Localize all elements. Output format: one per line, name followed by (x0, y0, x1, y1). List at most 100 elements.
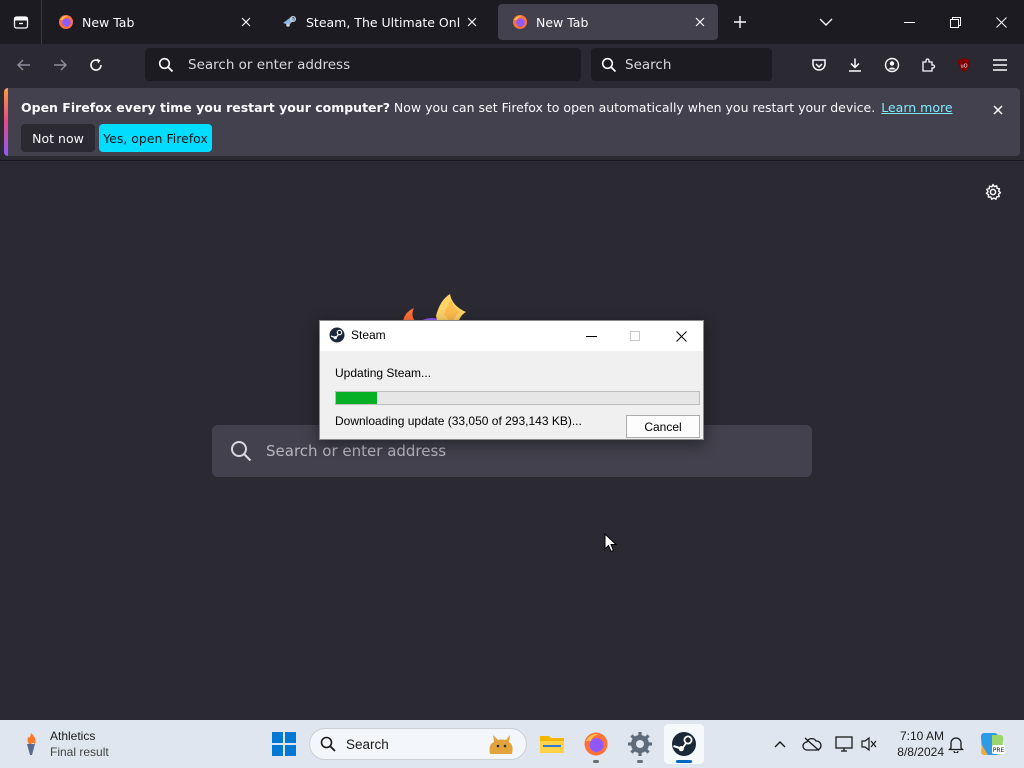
steam-icon (283, 15, 297, 27)
reload-button[interactable] (80, 49, 112, 81)
app-menu-button[interactable] (984, 49, 1016, 81)
close-icon (241, 17, 251, 27)
tab-steam[interactable]: Steam, The Ultimate Online Game Platform (268, 4, 490, 40)
pocket-icon (812, 59, 826, 71)
monitor-icon (835, 736, 853, 752)
firefox-view-button[interactable] (0, 0, 42, 44)
pocket-button[interactable] (803, 49, 835, 81)
ublock-origin-button[interactable]: uO (948, 49, 980, 81)
gear-icon (985, 183, 1002, 200)
dialog-minimize-button[interactable] (576, 324, 606, 348)
personalize-button[interactable] (982, 181, 1004, 203)
mouse-cursor-icon (604, 533, 618, 553)
notifications-button[interactable] (944, 732, 968, 756)
firefox-icon (513, 15, 527, 29)
copilot-icon[interactable]: PRE (978, 731, 1006, 757)
minimize-icon (903, 21, 915, 23)
show-hidden-icons-button[interactable] (768, 732, 792, 756)
volume-tray-button[interactable] (857, 732, 881, 756)
close-tab-button[interactable] (460, 10, 484, 34)
extensions-button[interactable] (912, 49, 944, 81)
notification-message: Open Firefox every time you restart your… (21, 100, 953, 115)
taskbar-steam[interactable] (664, 724, 704, 764)
steam-update-dialog: Steam Updating Steam... Downloading upda… (319, 320, 704, 440)
arrow-left-icon (17, 59, 30, 71)
settings-icon (628, 732, 652, 756)
dialog-titlebar[interactable]: Steam (320, 321, 703, 351)
window-minimize-button[interactable] (886, 0, 932, 44)
widgets-button[interactable]: Athletics Final result (14, 726, 134, 762)
cloud-offline-icon (802, 737, 822, 751)
cat-illustration-icon (489, 735, 513, 754)
running-indicator (637, 760, 643, 763)
firefox-view-icon (13, 16, 28, 29)
firefox-icon (59, 15, 73, 29)
close-icon (995, 16, 1007, 28)
arrow-right-icon (54, 59, 67, 71)
download-icon (849, 58, 861, 72)
tab-new-tab-1[interactable]: New Tab (44, 4, 264, 40)
newtab-search-placeholder: Search or enter address (266, 442, 447, 460)
tab-label: Steam, The Ultimate Online Game Platform (306, 14, 460, 30)
taskbar-search-box[interactable]: Search (309, 728, 527, 760)
close-tab-button[interactable] (688, 10, 712, 34)
close-icon (695, 17, 705, 27)
search-icon (230, 440, 252, 462)
chevron-down-icon (819, 18, 833, 26)
content-divider (0, 160, 1024, 161)
taskbar-firefox[interactable] (576, 724, 616, 764)
notification-body: Now you can set Firefox to open automati… (389, 100, 876, 115)
back-button[interactable] (8, 49, 40, 81)
clock-date: 8/8/2024 (897, 745, 944, 759)
tab-label: New Tab (82, 14, 135, 30)
bell-icon (948, 737, 964, 753)
svg-text:uO: uO (960, 64, 967, 70)
yes-open-firefox-button[interactable]: Yes, open Firefox (99, 124, 212, 152)
active-indicator (676, 760, 692, 763)
maximize-icon (630, 331, 640, 341)
torch-icon (27, 733, 36, 755)
windows-logo-icon (272, 732, 296, 756)
taskbar-file-explorer[interactable] (532, 724, 572, 764)
clock-time: 7:10 AM (899, 729, 944, 743)
window-close-button[interactable] (978, 0, 1024, 44)
notification-close-button[interactable] (988, 100, 1008, 120)
update-status-text: Updating Steam... (335, 366, 432, 380)
window-restore-button[interactable] (932, 0, 978, 44)
update-progress-bar (335, 391, 700, 405)
close-icon (675, 330, 687, 342)
not-now-button[interactable]: Not now (21, 124, 95, 152)
dialog-maximize-button (620, 324, 650, 348)
close-icon (467, 17, 477, 27)
close-icon (993, 105, 1003, 115)
account-icon (884, 57, 900, 73)
account-button[interactable] (876, 49, 908, 81)
downloads-button[interactable] (839, 49, 871, 81)
windows-taskbar: Athletics Final result Search 7:10 AM 8/… (0, 720, 1024, 768)
url-bar[interactable]: Search or enter address (145, 48, 581, 81)
running-indicator (593, 760, 599, 763)
network-display-tray-button[interactable] (832, 732, 856, 756)
hamburger-menu-icon (993, 59, 1007, 71)
forward-button[interactable] (44, 49, 76, 81)
list-all-tabs-button[interactable] (812, 10, 840, 34)
start-button[interactable] (268, 728, 300, 760)
tab-new-tab-active[interactable]: New Tab (498, 4, 718, 40)
tab-label: New Tab (536, 14, 589, 30)
close-tab-button[interactable] (234, 10, 258, 34)
taskbar-clock[interactable]: 7:10 AM 8/8/2024 (886, 728, 944, 760)
search-icon (158, 57, 174, 73)
speaker-muted-icon (861, 736, 877, 752)
notification-bar: Open Firefox every time you restart your… (4, 88, 1020, 156)
navigation-toolbar: Search or enter address Search uO (0, 44, 1024, 86)
onedrive-tray-button[interactable] (800, 732, 824, 756)
minimize-icon (585, 335, 597, 337)
new-tab-button[interactable] (726, 10, 754, 34)
cancel-button[interactable]: Cancel (626, 415, 700, 438)
dialog-close-button[interactable] (666, 324, 696, 348)
search-bar[interactable]: Search (591, 48, 772, 81)
search-icon (601, 57, 617, 73)
taskbar-settings[interactable] (620, 724, 660, 764)
download-detail-text: Downloading update (33,050 of 293,143 KB… (335, 414, 582, 428)
learn-more-link[interactable]: Learn more (881, 100, 952, 115)
